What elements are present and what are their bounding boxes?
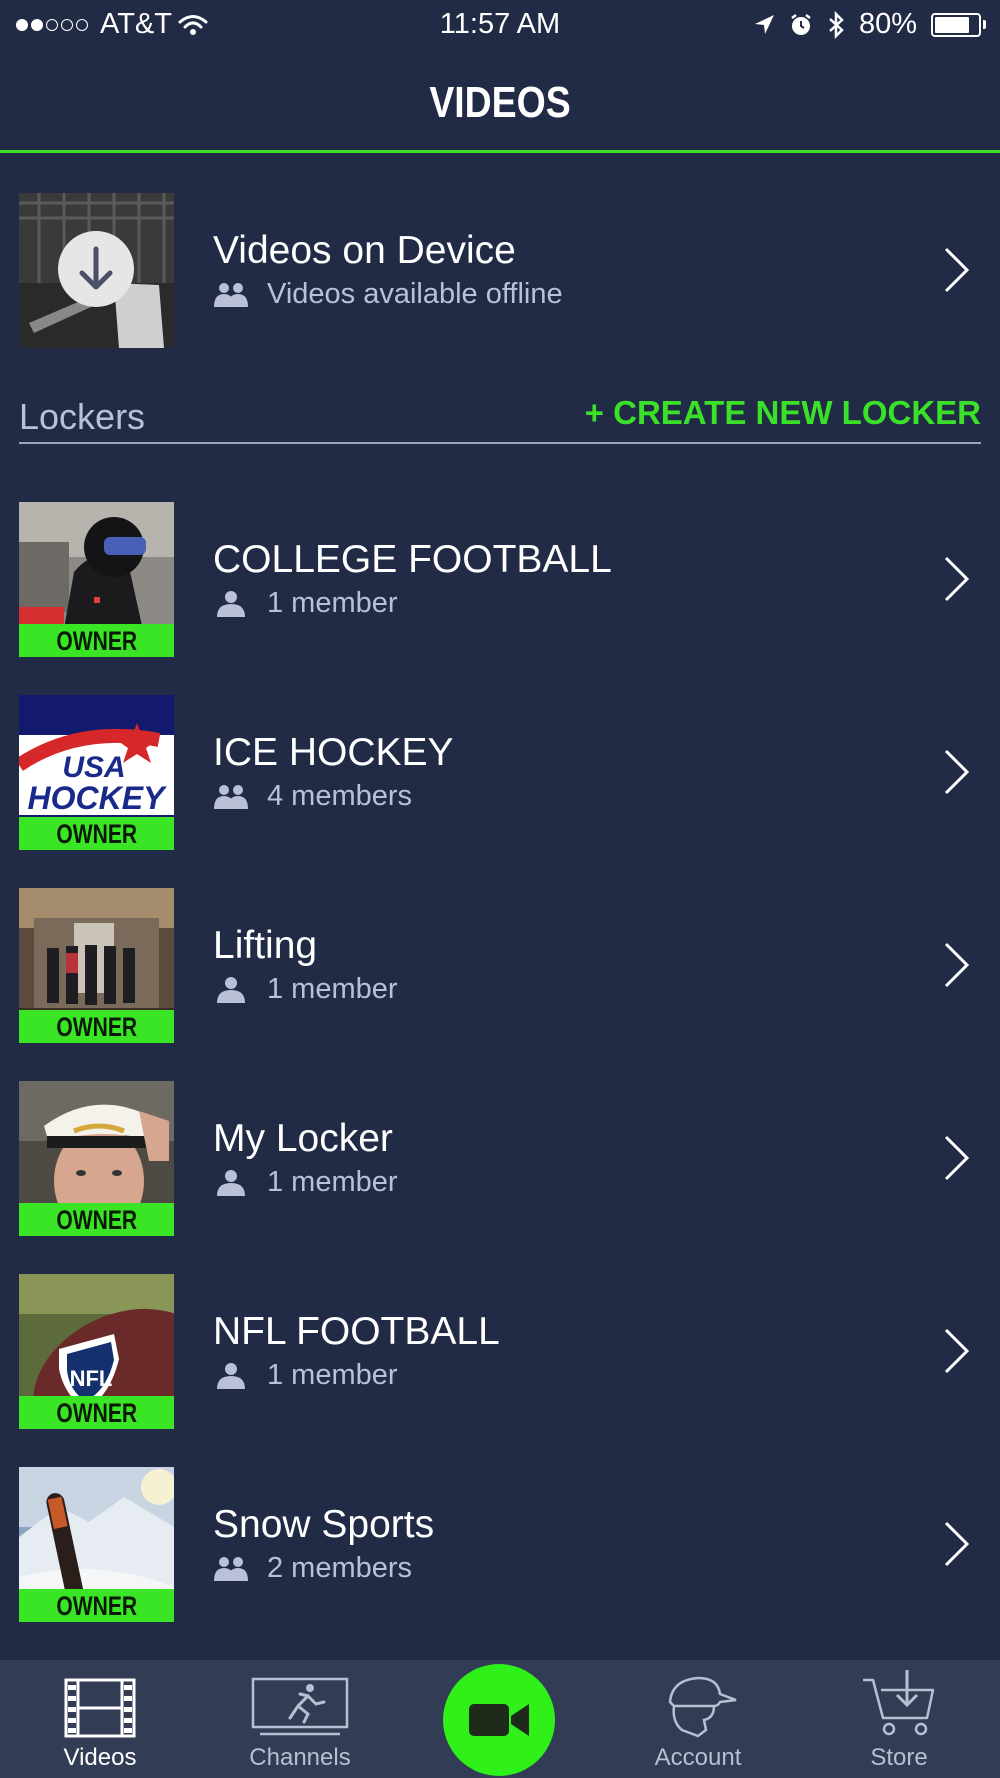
locker-title: ICE HOCKEY — [213, 731, 454, 774]
device-videos-thumbnail — [19, 193, 174, 348]
account-cap-icon — [668, 1676, 737, 1738]
chevron-right-icon — [944, 247, 970, 293]
group-members-icon — [214, 282, 248, 307]
owner-badge: OWNER — [19, 1010, 174, 1043]
tab-account-label: Account — [654, 1744, 742, 1771]
device-videos-subtitle: Videos available offline — [213, 278, 563, 311]
nav-header: VIDEOS — [0, 50, 1000, 153]
locker-members-text: 1 member — [267, 973, 398, 1005]
owner-badge: OWNER — [19, 1396, 174, 1429]
status-right: 80% — [753, 8, 986, 41]
owner-badge: OWNER — [19, 1589, 174, 1622]
locker-title: My Locker — [213, 1117, 393, 1160]
locker-members: 4 members — [213, 780, 412, 813]
lockers-section-header: Lockers + CREATE NEW LOCKER — [19, 388, 981, 444]
tab-channels[interactable]: Channels — [225, 1672, 375, 1772]
tab-store[interactable]: Store — [824, 1670, 974, 1772]
nfl-logo-text: NFL — [70, 1366, 113, 1391]
device-videos-subtitle-text: Videos available offline — [267, 278, 563, 310]
film-strip-icon — [64, 1678, 136, 1738]
locker-members: 1 member — [213, 1166, 398, 1199]
locker-thumbnail: OWNER — [19, 1467, 174, 1622]
page-title: VIDEOS — [429, 78, 571, 127]
group-members-icon — [214, 1556, 248, 1581]
locker-members: 1 member — [213, 1359, 398, 1392]
locker-members-text: 4 members — [267, 780, 413, 812]
videos-on-device-row[interactable]: Videos on Device Videos available offlin… — [0, 193, 1000, 349]
chevron-right-icon — [944, 1521, 970, 1567]
chevron-right-icon — [944, 556, 970, 602]
create-new-locker-button[interactable]: + CREATE NEW LOCKER — [585, 394, 981, 432]
hockey-logo-text: HOCKEY — [28, 780, 168, 816]
tab-store-label: Store — [870, 1744, 928, 1771]
tv-runner-icon — [251, 1677, 349, 1736]
single-member-icon — [217, 590, 245, 617]
locker-title: Lifting — [213, 924, 318, 967]
locker-thumbnail: USA HOCKEY OWNER — [19, 695, 174, 850]
locker-title: COLLEGE FOOTBALL — [213, 538, 612, 581]
owner-badge: OWNER — [19, 624, 174, 657]
locker-members-text: 1 member — [267, 587, 398, 619]
tab-bar: Videos Channels Account Store — [0, 1660, 1000, 1778]
location-arrow-icon — [754, 14, 774, 34]
locker-row-lifting[interactable]: OWNER Lifting 1 member — [0, 888, 1000, 1044]
single-member-icon — [217, 1169, 245, 1196]
locker-members: 1 member — [213, 587, 398, 620]
battery-icon — [931, 12, 986, 37]
owner-badge: OWNER — [19, 1203, 174, 1236]
owner-badge: OWNER — [19, 817, 174, 850]
chevron-right-icon — [944, 749, 970, 795]
video-camera-icon — [469, 1704, 529, 1736]
locker-members-text: 1 member — [267, 1359, 398, 1391]
locker-row-my-locker[interactable]: OWNER My Locker 1 member — [0, 1081, 1000, 1237]
locker-thumbnail: NFL OWNER — [19, 1274, 174, 1429]
status-bar: AT&T 11:57 AM 80% — [0, 0, 1000, 50]
chevron-right-icon — [944, 942, 970, 988]
locker-title: NFL FOOTBALL — [213, 1310, 500, 1353]
chevron-right-icon — [944, 1135, 970, 1181]
chevron-right-icon — [944, 1328, 970, 1374]
locker-row-nfl-football[interactable]: NFL OWNER NFL FOOTBALL 1 member — [0, 1274, 1000, 1430]
locker-members-text: 2 members — [267, 1552, 413, 1584]
bluetooth-icon — [829, 10, 844, 39]
alarm-icon — [791, 13, 811, 35]
locker-row-snow-sports[interactable]: OWNER Snow Sports 2 members — [0, 1467, 1000, 1623]
record-video-button[interactable] — [443, 1664, 555, 1776]
locker-members-text: 1 member — [267, 1166, 398, 1198]
locker-thumbnail: OWNER — [19, 888, 174, 1043]
tab-videos-label: Videos — [63, 1744, 137, 1771]
locker-thumbnail: OWNER — [19, 502, 174, 657]
lockers-label: Lockers — [19, 396, 146, 437]
locker-title: Snow Sports — [213, 1503, 435, 1546]
locker-thumbnail: OWNER — [19, 1081, 174, 1236]
tab-account[interactable]: Account — [623, 1672, 773, 1772]
locker-row-college-football[interactable]: OWNER COLLEGE FOOTBALL 1 member — [0, 502, 1000, 658]
tab-channels-label: Channels — [249, 1744, 351, 1771]
single-member-icon — [217, 976, 245, 1003]
locker-members: 1 member — [213, 973, 398, 1006]
battery-percent: 80% — [858, 8, 917, 40]
locker-members: 2 members — [213, 1552, 412, 1585]
locker-row-ice-hockey[interactable]: USA HOCKEY OWNER ICE HOCKEY 4 members — [0, 695, 1000, 851]
single-member-icon — [217, 1362, 245, 1389]
tab-videos[interactable]: Videos — [25, 1672, 175, 1772]
group-members-icon — [214, 784, 248, 809]
shopping-cart-icon — [863, 1670, 935, 1736]
device-videos-title: Videos on Device — [213, 229, 516, 272]
